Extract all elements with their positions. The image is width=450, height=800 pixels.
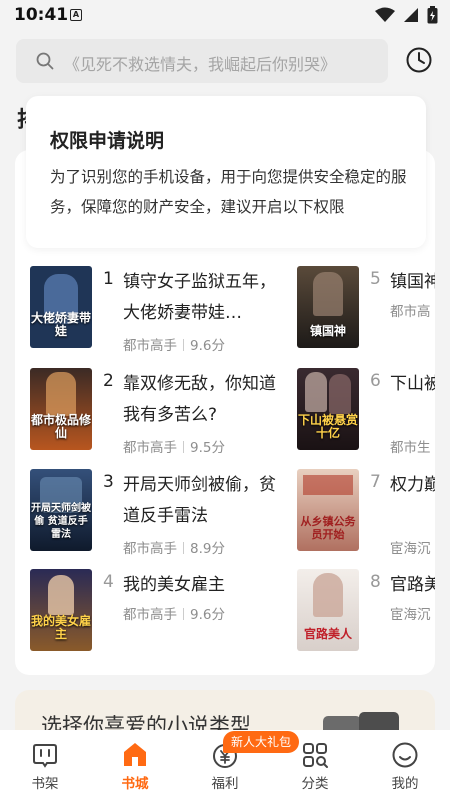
book-title: 靠双修无敌，你知道我有多苦么? bbox=[123, 374, 276, 425]
new-user-gift-badge[interactable]: 新人大礼包 bbox=[223, 731, 300, 753]
book-cover: 大佬娇妻带娃 bbox=[30, 266, 92, 348]
permission-title: 权限申请说明 bbox=[50, 130, 165, 152]
book-rank: 7 bbox=[370, 472, 381, 492]
search-input[interactable]: 《见死不救选情夫，我崛起后你别哭》 bbox=[16, 39, 388, 83]
book-rank: 5 bbox=[370, 269, 381, 289]
book-meta: 都市高 bbox=[390, 300, 431, 320]
history-clock-icon[interactable] bbox=[405, 46, 433, 74]
book-meta: 都市生 bbox=[390, 436, 431, 456]
book-cover: 我的美女雇主 bbox=[30, 569, 92, 651]
book-meta: 宦海沉 bbox=[390, 603, 431, 623]
book-title: 镇守女子监狱五年，大佬娇妻带娃… bbox=[123, 272, 276, 323]
book-item[interactable]: 下山被悬赏十亿 6 下山被十亿赏 都市生 bbox=[297, 368, 435, 458]
book-item[interactable]: 开局天师剑被偷 贫道反手雷法 3 开局天师剑被偷，贫道反手雷法 都市高手 8.9分 bbox=[30, 469, 290, 559]
book-title: 镇国神 bbox=[390, 272, 435, 292]
book-score: 9.6分 bbox=[190, 607, 225, 623]
book-item[interactable]: 我的美女雇主 4 我的美女雇主 都市高手 9.6分 bbox=[30, 569, 290, 659]
book-rank: 8 bbox=[370, 572, 381, 592]
book-meta: 都市高手 8.9分 bbox=[123, 537, 225, 557]
book-cover: 开局天师剑被偷 贫道反手雷法 bbox=[30, 469, 92, 551]
signal-icon bbox=[404, 8, 418, 22]
category-icon bbox=[303, 743, 328, 768]
book-meta: 都市高手 9.5分 bbox=[123, 436, 225, 456]
book-rank: 3 bbox=[103, 472, 114, 492]
bookstore-icon bbox=[124, 743, 146, 766]
book-meta: 宦海沉 bbox=[390, 537, 431, 557]
book-item[interactable]: 镇国神 5 镇国神 都市高 bbox=[297, 266, 435, 356]
book-meta: 都市高手 9.6分 bbox=[123, 603, 225, 623]
profile-icon bbox=[392, 742, 418, 768]
book-score: 9.6分 bbox=[190, 338, 225, 354]
book-rank: 6 bbox=[370, 371, 381, 391]
book-category: 宦海沉 bbox=[390, 607, 431, 623]
permission-description: 为了识别您的手机设备，用于向您提供安全稳定的服务，保障您的财产安全，建议开启以下… bbox=[50, 168, 407, 216]
notification-a-icon: A bbox=[70, 9, 82, 21]
book-meta: 都市高手 9.6分 bbox=[123, 334, 225, 354]
book-cover: 都市极品修仙 bbox=[30, 368, 92, 450]
status-bar: 10:41 A bbox=[0, 0, 450, 30]
book-title: 权力巅公务员 bbox=[390, 475, 435, 495]
book-category: 都市高手 bbox=[123, 541, 177, 557]
book-category: 都市高手 bbox=[123, 607, 177, 623]
book-title: 我的美女雇主 bbox=[123, 575, 225, 595]
book-rank: 4 bbox=[103, 572, 114, 592]
book-title: 下山被十亿赏 bbox=[390, 374, 435, 394]
book-title: 开局天师剑被偷，贫道反手雷法 bbox=[123, 475, 276, 526]
book-item[interactable]: 都市极品修仙 2 靠双修无敌，你知道我有多苦么? 都市高手 9.5分 bbox=[30, 368, 290, 458]
book-rank: 2 bbox=[103, 371, 114, 391]
book-category: 都市生 bbox=[390, 440, 431, 456]
book-item[interactable]: 官路美人 8 官路美 宦海沉 bbox=[297, 569, 435, 659]
book-category: 都市高手 bbox=[123, 338, 177, 354]
book-category: 宦海沉 bbox=[390, 541, 431, 557]
search-row: 《见死不救选情夫，我崛起后你别哭》 bbox=[0, 36, 450, 86]
status-time: 10:41 bbox=[14, 5, 69, 25]
book-title: 官路美 bbox=[390, 575, 435, 595]
status-icons bbox=[375, 6, 438, 24]
search-icon bbox=[36, 52, 54, 70]
book-item[interactable]: 从乡镇公务员开始 7 权力巅公务员 宦海沉 bbox=[297, 469, 435, 559]
wifi-icon bbox=[375, 7, 395, 22]
book-category: 都市高 bbox=[390, 304, 431, 320]
book-cover: 从乡镇公务员开始 bbox=[297, 469, 359, 551]
bookshelf-icon bbox=[33, 744, 57, 768]
book-score: 9.5分 bbox=[190, 440, 225, 456]
permission-popup: 权限申请说明 为了识别您的手机设备，用于向您提供安全稳定的服务，保障您的财产安全… bbox=[26, 96, 426, 248]
tab-bookstore[interactable]: 书城 bbox=[90, 730, 180, 800]
tab-profile[interactable]: 我的 bbox=[360, 730, 450, 800]
book-rank: 1 bbox=[103, 269, 114, 289]
book-score: 8.9分 bbox=[190, 541, 225, 557]
battery-icon bbox=[427, 6, 438, 24]
book-item[interactable]: 大佬娇妻带娃 1 镇守女子监狱五年，大佬娇妻带娃… 都市高手 9.6分 bbox=[30, 266, 290, 356]
book-category: 都市高手 bbox=[123, 440, 177, 456]
tab-bookshelf[interactable]: 书架 bbox=[0, 730, 90, 800]
search-placeholder: 《见死不救选情夫，我崛起后你别哭》 bbox=[64, 55, 337, 74]
book-cover: 下山被悬赏十亿 bbox=[297, 368, 359, 450]
book-cover: 镇国神 bbox=[297, 266, 359, 348]
book-cover: 官路美人 bbox=[297, 569, 359, 651]
